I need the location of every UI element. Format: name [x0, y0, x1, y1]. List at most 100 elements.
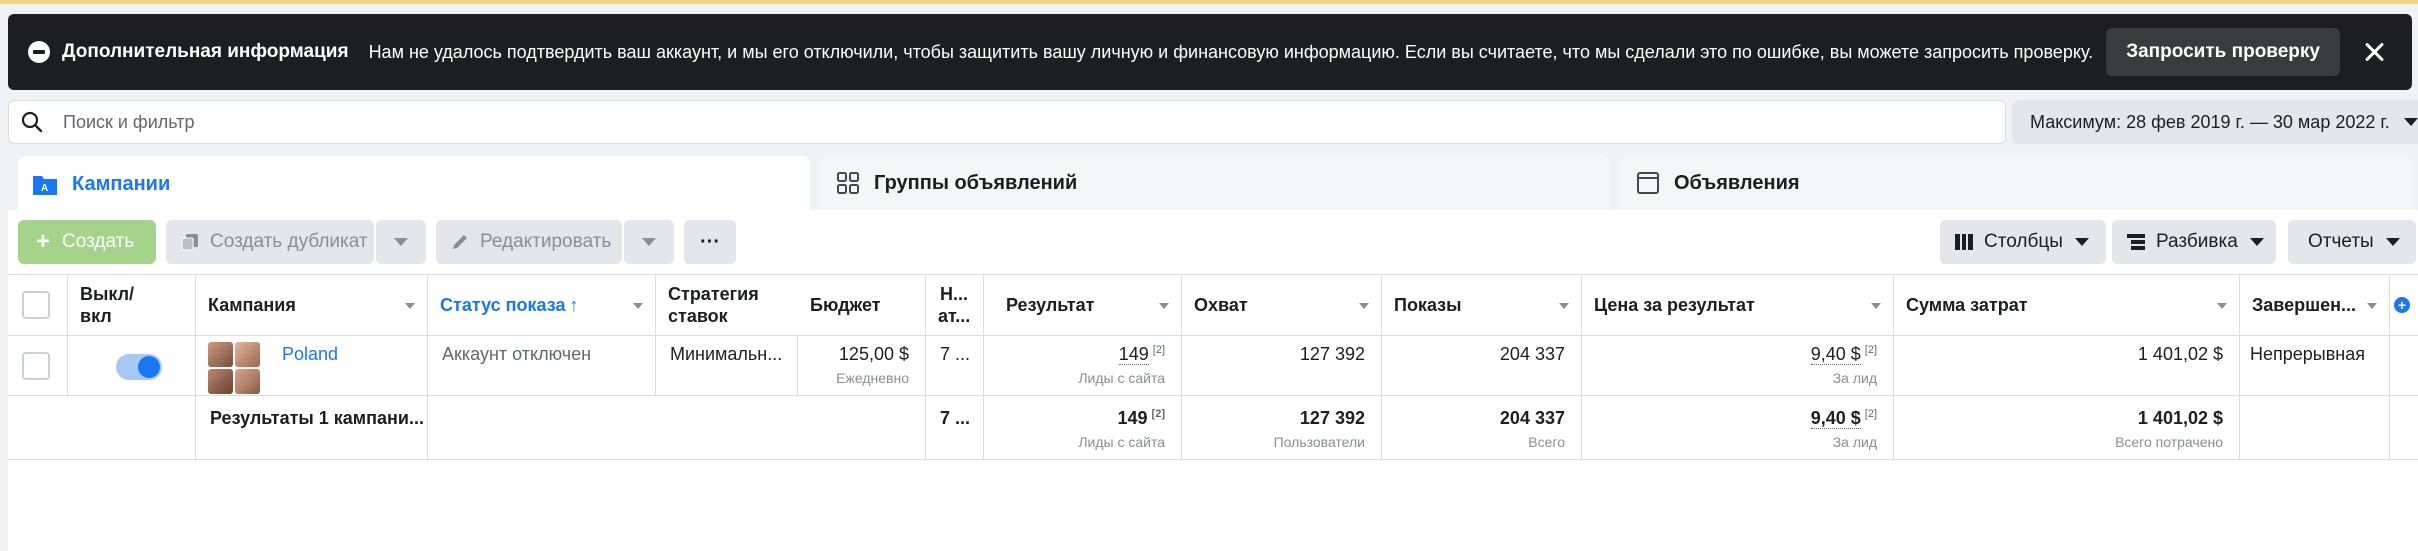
request-review-button[interactable]: Запросить проверку — [2106, 28, 2340, 76]
col-result-label: Результат — [1006, 294, 1095, 315]
sort-icon — [1159, 303, 1169, 309]
totals-result-sub: Лиды с сайта — [1078, 434, 1165, 450]
edit-button[interactable]: Редактировать — [436, 220, 622, 264]
more-options-button[interactable]: ··· — [684, 220, 736, 264]
row-reach-cell: 127 392 — [1182, 336, 1382, 395]
totals-attribution-cell: 7 ... — [926, 396, 984, 459]
col-ends-label: Завершен... — [2252, 294, 2357, 315]
reports-button-label: Отчеты — [2308, 231, 2374, 252]
select-all-cell — [8, 275, 68, 335]
totals-reach-cell: 127 392 Пользователи — [1182, 396, 1382, 459]
tab-ad-sets[interactable]: Группы объявлений — [820, 156, 1610, 210]
breakdown-icon — [2126, 233, 2146, 251]
strategy-text: Минимальн... — [670, 344, 783, 364]
col-status[interactable]: Статус показа ↑ — [428, 275, 656, 335]
table-row[interactable]: Poland Аккаунт отключен Минимальн... 125… — [8, 336, 2418, 396]
col-ends[interactable]: Завершен... — [2240, 275, 2390, 335]
col-toggle[interactable]: Выкл/вкл — [68, 275, 196, 335]
reach-value: 127 392 — [1299, 344, 1365, 364]
totals-result: 149 — [1117, 408, 1148, 428]
totals-attribution: 7 ... — [940, 408, 971, 428]
sort-icon — [2217, 303, 2227, 309]
duplicate-button[interactable]: Создать дубликат — [166, 220, 374, 264]
col-attribution-label: Н... ат... — [938, 284, 971, 326]
select-all-checkbox[interactable] — [22, 291, 50, 319]
row-toggle-cell — [68, 336, 196, 395]
columns-button[interactable]: Столбцы — [1940, 220, 2106, 264]
sort-icon — [405, 303, 415, 309]
spent-value: 1 401,02 $ — [2137, 344, 2223, 364]
col-cost-per-result[interactable]: Цена за результат — [1582, 275, 1894, 335]
budget-value: 125,00 $ — [838, 344, 909, 364]
duplicate-dropdown-button[interactable] — [376, 220, 426, 264]
totals-blank — [428, 396, 926, 459]
duplicate-icon — [180, 232, 200, 252]
breakdown-button-label: Разбивка — [2156, 231, 2238, 252]
campaign-icon: A — [33, 176, 57, 195]
col-reach-label: Охват — [1194, 294, 1248, 315]
totals-label-cell: Результаты 1 кампани... — [196, 396, 428, 459]
more-icon: ··· — [700, 230, 720, 253]
totals-impressions: 204 337 — [1499, 408, 1565, 428]
col-toggle-label: Выкл/вкл — [80, 284, 135, 326]
search-input[interactable] — [63, 111, 1863, 133]
col-strategy[interactable]: Стратегия ставок — [656, 275, 798, 335]
col-impressions[interactable]: Показы — [1382, 275, 1582, 335]
campaign-toggle[interactable] — [116, 354, 162, 380]
col-result[interactable]: Результат — [984, 275, 1182, 335]
add-column-icon[interactable]: + — [2394, 297, 2410, 313]
campaign-thumbnail — [208, 342, 260, 394]
row-checkbox[interactable] — [22, 352, 50, 380]
totals-reach-sub: Пользователи — [1273, 434, 1365, 450]
row-select-cell — [8, 336, 68, 395]
col-spent-label: Сумма затрат — [1906, 294, 2028, 315]
create-button[interactable]: + Создать — [18, 220, 156, 264]
chevron-down-icon — [2249, 238, 2264, 246]
col-budget[interactable]: Бюджет — [798, 275, 926, 335]
col-attribution[interactable]: Н... ат... — [926, 275, 984, 335]
totals-spent-sub: Всего потрачено — [2115, 434, 2223, 450]
row-impressions-cell: 204 337 — [1382, 336, 1582, 395]
attribution-value: 7 ... — [940, 344, 971, 364]
edit-dropdown-button[interactable] — [624, 220, 674, 264]
plus-icon: + — [36, 228, 51, 255]
status-text: Аккаунт отключен — [442, 344, 592, 364]
col-campaign-label: Кампания — [208, 294, 296, 315]
reports-button[interactable]: Отчеты — [2288, 220, 2416, 264]
totals-result-sup: [2] — [1151, 408, 1165, 420]
row-cost-cell: 9,40 $ [2] За лид — [1582, 336, 1894, 395]
chevron-down-icon — [2385, 238, 2400, 246]
duplicate-button-label: Создать дубликат — [210, 231, 368, 252]
tab-ads[interactable]: Объявления — [1620, 156, 2412, 210]
cost-sub: За лид — [1832, 370, 1877, 386]
col-spent[interactable]: Сумма затрат — [1894, 275, 2240, 335]
banner-title: Дополнительная информация — [62, 41, 349, 62]
result-sub: Лиды с сайта — [1078, 370, 1165, 386]
breakdown-button[interactable]: Разбивка — [2112, 220, 2276, 264]
ends-value: Непрерывная — [2250, 344, 2365, 364]
top-accent-line — [0, 0, 2418, 4]
col-campaign[interactable]: Кампания — [196, 275, 428, 335]
campaign-name-link[interactable]: Poland — [282, 344, 338, 365]
table-header-row: Выкл/вкл Кампания Статус показа ↑ Стратег… — [8, 274, 2418, 336]
date-range-picker[interactable]: Максимум: 28 фев 2019 г. — 30 мар 2022 г… — [2012, 100, 2418, 144]
edit-button-label: Редактировать — [480, 231, 612, 252]
sort-icon — [1359, 303, 1369, 309]
row-result-cell: 149 [2] Лиды с сайта — [984, 336, 1182, 395]
search-bar — [8, 100, 2006, 144]
totals-spacer — [8, 396, 196, 459]
account-disabled-banner: Дополнительная информация Нам не удалось… — [8, 14, 2412, 90]
search-icon — [21, 111, 43, 133]
totals-row: Результаты 1 кампани... 7 ... 149 [2] Лиды… — [8, 396, 2418, 460]
col-reach[interactable]: Охват — [1182, 275, 1382, 335]
tab-ads-label: Объявления — [1674, 171, 1800, 194]
row-status-cell: Аккаунт отключен — [428, 336, 656, 395]
sort-icon — [2367, 303, 2377, 309]
totals-spent-cell: 1 401,02 $ Всего потрачено — [1894, 396, 2240, 459]
chevron-down-icon — [394, 238, 408, 246]
col-strategy-label: Стратегия ставок — [668, 284, 759, 326]
tab-campaigns[interactable]: A Кампании — [18, 156, 810, 212]
close-icon[interactable] — [2360, 38, 2388, 66]
col-impressions-label: Показы — [1394, 294, 1462, 315]
tab-campaigns-label: Кампании — [72, 172, 171, 195]
